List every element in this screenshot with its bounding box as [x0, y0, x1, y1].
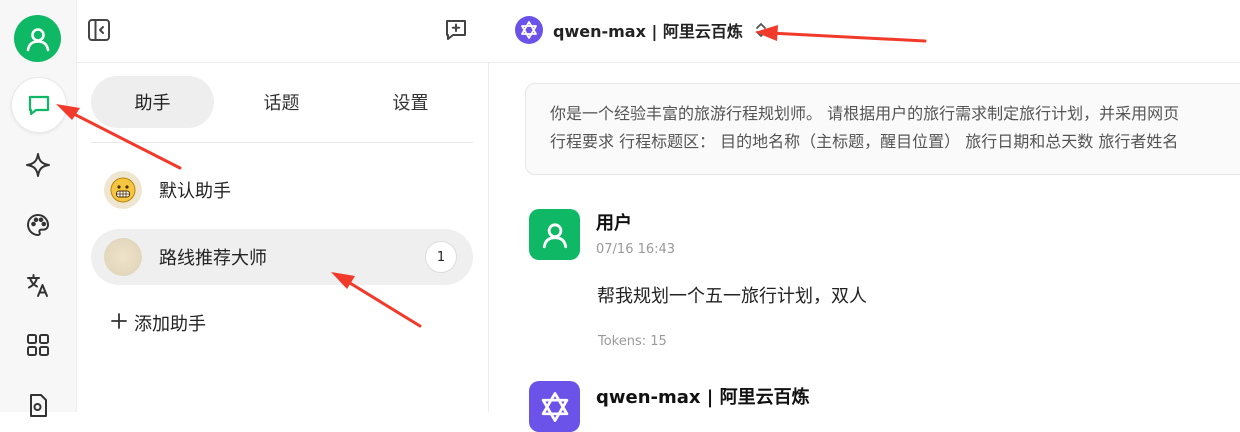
message-author: qwen-max | 阿里云百炼 — [596, 387, 810, 408]
assistant-item-route-master[interactable]: 路线推荐大师 1 — [91, 229, 473, 285]
topic-count-badge: 1 — [425, 241, 457, 273]
qwen-logo-icon — [529, 381, 580, 432]
grinning-face-icon — [104, 171, 142, 209]
qwen-logo-icon — [515, 16, 543, 44]
palette-icon[interactable] — [11, 198, 65, 252]
model-selector[interactable]: qwen-max | 阿里云百炼 — [515, 16, 767, 44]
user-avatar-icon — [529, 209, 580, 260]
token-count: Tokens: 15 — [598, 334, 667, 349]
system-prompt-line: 你是一个经验丰富的旅游行程规划师。 请根据用户的旅行需求制定旅行计划，并采用网页 — [550, 104, 1180, 123]
sparkle-icon[interactable] — [11, 138, 65, 192]
add-assistant-button[interactable]: 添加助手 — [110, 310, 206, 336]
plus-icon — [110, 312, 128, 335]
model-name: qwen-max | 阿里云百炼 — [553, 22, 743, 41]
user-avatar-icon[interactable] — [14, 15, 61, 62]
assistant-avatar — [104, 238, 142, 276]
icon-rail — [0, 0, 77, 417]
translate-icon[interactable] — [11, 258, 65, 312]
chat-bubble-icon[interactable] — [11, 77, 67, 133]
system-prompt-box[interactable]: 你是一个经验丰富的旅游行程规划师。 请根据用户的旅行需求制定旅行计划，并采用网页… — [525, 83, 1240, 175]
annotation-arrow — [755, 25, 927, 43]
tabs-divider — [91, 142, 473, 143]
system-prompt-line: 行程要求 行程标题区： 目的地名称（主标题，醒目位置） 旅行日期和总天数 旅行者… — [550, 132, 1179, 151]
assistant-item-default[interactable]: 默认助手 — [91, 162, 473, 218]
message-author: 用户 — [596, 213, 632, 234]
tab-topics[interactable]: 话题 — [220, 76, 343, 128]
assistant-name: 路线推荐大师 — [159, 248, 267, 269]
new-topic-icon[interactable] — [443, 17, 469, 43]
message-time: 07/16 16:43 — [596, 242, 676, 257]
file-search-icon[interactable] — [11, 378, 65, 432]
chevron-updown-icon[interactable] — [755, 21, 767, 39]
panel-tabs: 助手 话题 设置 — [91, 76, 476, 128]
add-assistant-label: 添加助手 — [134, 314, 206, 335]
assistant-panel: 助手 话题 设置 默认助手 路线推荐大师 1 添加助手 — [77, 62, 487, 412]
assistant-name: 默认助手 — [159, 181, 231, 202]
panel-divider — [488, 62, 489, 412]
tab-settings[interactable]: 设置 — [349, 76, 472, 128]
tab-assistants[interactable]: 助手 — [91, 76, 214, 128]
sidebar-toggle-icon[interactable] — [86, 17, 112, 43]
apps-grid-icon[interactable] — [11, 318, 65, 372]
message-text: 帮我规划一个五一旅行计划，双人 — [597, 286, 867, 307]
